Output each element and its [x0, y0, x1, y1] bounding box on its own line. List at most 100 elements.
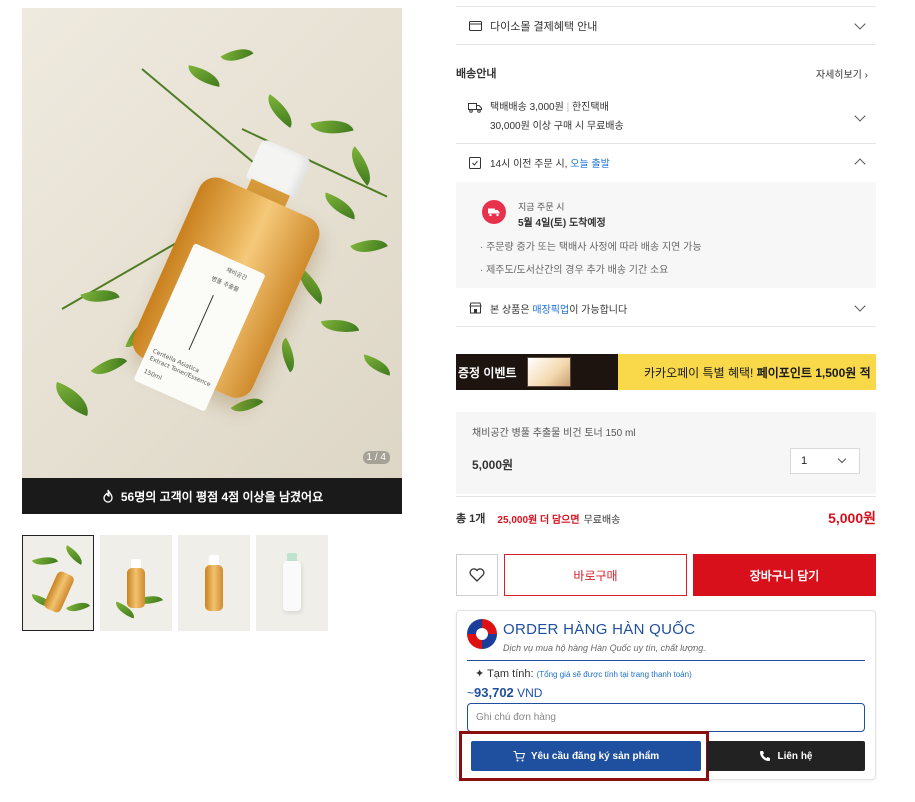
- divider: [456, 326, 876, 327]
- promo-left: 증정 이벤트: [456, 354, 618, 390]
- subtotal-note: (Tổng giá sẽ được tính tại trang thanh t…: [536, 670, 692, 679]
- same-day-row[interactable]: 14시 이전 주문 시, 오늘 출발: [456, 150, 876, 174]
- option-price: 5,000원: [472, 458, 514, 472]
- buy-now-button[interactable]: 바로구매: [504, 554, 687, 596]
- highlight-frame: Yêu cầu đăng ký sản phẩm: [459, 731, 709, 781]
- truck-icon: [468, 100, 482, 114]
- store-icon: [468, 301, 482, 315]
- order-note-input[interactable]: Ghi chú đơn hàng: [467, 703, 865, 732]
- quantity-select[interactable]: 1: [790, 448, 860, 474]
- leaf: [260, 94, 300, 128]
- leaf: [350, 231, 388, 261]
- divider: [456, 143, 876, 144]
- phone-icon: [760, 751, 771, 761]
- request-product-label: Yêu cầu đăng ký sản phẩm: [530, 750, 660, 762]
- selected-option-card: 채비공간 병풀 추출물 비건 토너 150 ml 5,000원 1: [456, 412, 876, 494]
- courier-fee: 택배배송 3,000원: [490, 102, 564, 113]
- wishlist-button[interactable]: [456, 554, 498, 596]
- free-shipping-note: 30,000원 이상 구매 시 무료배송: [490, 121, 624, 132]
- leaf: [273, 337, 303, 373]
- divider: [456, 44, 876, 45]
- contact-label: Liên hệ: [777, 750, 813, 762]
- review-text: 56명의 고객이 평점 4점 이상을 남겼어요: [120, 489, 324, 504]
- thumb-bottle: [127, 568, 145, 608]
- chevron-down-icon: [854, 110, 866, 122]
- leaf: [49, 381, 95, 417]
- eta-label: 5월 4일(토) 도착예정: [518, 218, 606, 229]
- delivery-notice-1: · 주문량 증가 또는 택배사 사정에 따라 배송 지연 가능: [480, 242, 702, 253]
- leaf: [320, 314, 360, 338]
- payment-benefit-row[interactable]: 다이소몰 결제혜택 안내: [456, 12, 876, 40]
- price-prefix: ~: [467, 686, 475, 700]
- card-icon: [468, 19, 482, 33]
- payment-benefit-label: 다이소몰 결제혜택 안내: [490, 21, 598, 33]
- contact-button[interactable]: Liên hệ: [707, 741, 865, 771]
- thumbnail-1[interactable]: [22, 535, 94, 631]
- order-logo-icon: [467, 619, 497, 649]
- order-widget-subtitle: Dịch vụ mua hộ hàng Hàn Quốc uy tín, chấ…: [503, 643, 706, 653]
- thumb-cap: [209, 555, 219, 565]
- order-widget-title: ORDER HÀNG HÀN QUỐC: [503, 621, 696, 638]
- thumb-box: [283, 561, 301, 611]
- total-count: 총 1개: [456, 513, 486, 525]
- bottle-en-name: Centella Asiatica Extract Toner/Essence: [148, 347, 212, 389]
- label-line: [188, 294, 214, 351]
- heart-icon: [469, 568, 485, 582]
- sparkle-icon: ✦: [475, 668, 485, 680]
- thumb-bottle: [205, 565, 223, 611]
- subtotal-label: Tạm tính:: [487, 668, 534, 680]
- fast-delivery-icon: [482, 200, 506, 224]
- order-summary-row: 총 1개 25,000원 더 담으면 무료배송 5,000원: [456, 508, 876, 528]
- order-now-label: 지금 주문 시: [518, 202, 565, 212]
- total-price: 5,000원: [828, 510, 876, 526]
- courier-name: 한진택배: [571, 102, 609, 113]
- promo-right: 카카오페이 특별 혜택! 페이포인트 1,500원 적: [618, 354, 876, 390]
- notice-2-text: 제주도/도서산간의 경우 추가 배송 기간 소요: [486, 265, 669, 276]
- promo-left-text: 증정 이벤트: [458, 365, 517, 380]
- thumbnail-3[interactable]: [178, 535, 250, 631]
- thumbnail-2[interactable]: [100, 535, 172, 631]
- leaf: [90, 348, 128, 384]
- chevron-up-icon: [854, 158, 866, 170]
- leaf: [32, 552, 58, 570]
- same-day-highlight: 오늘 출발: [570, 158, 610, 170]
- toner-bottle: 채비공간 병풀 추출물 Centella Asiatica Extract To…: [126, 122, 347, 412]
- product-main-image[interactable]: 채비공간 병풀 추출물 Centella Asiatica Extract To…: [22, 8, 402, 478]
- chevron-right-icon: ›: [864, 69, 868, 81]
- add-to-cart-button[interactable]: 장바구니 담기: [693, 554, 876, 596]
- promo-right-prefix: 카카오페이 특별 혜택!: [644, 365, 754, 380]
- bottle-size: 150ml: [142, 367, 163, 382]
- delivery-notice-2: · 제주도/도서산간의 경우 추가 배송 기간 소요: [480, 265, 669, 276]
- image-counter: 1 / 4: [362, 451, 390, 464]
- same-day-prefix: 14시 이전 주문 시,: [490, 158, 568, 170]
- pickup-row[interactable]: 본 상품은 매장픽업이 가능합니다: [456, 296, 876, 320]
- quantity-value: 1: [801, 455, 808, 467]
- thumbnail-4[interactable]: [256, 535, 328, 631]
- leaf: [61, 545, 87, 565]
- price-currency: VND: [517, 686, 543, 700]
- estimated-price: ~93,702 VND: [467, 685, 542, 700]
- leaf: [220, 41, 254, 69]
- leaf: [65, 597, 91, 617]
- request-product-button[interactable]: Yêu cầu đăng ký sản phẩm: [471, 741, 701, 771]
- divider: [456, 496, 876, 497]
- option-name: 채비공간 병풀 추출물 비건 토너 150 ml: [472, 428, 636, 439]
- chevron-down-icon: [854, 18, 866, 30]
- promo-banner[interactable]: 증정 이벤트 카카오페이 특별 혜택! 페이포인트 1,500원 적: [456, 354, 876, 390]
- chevron-down-icon: [854, 300, 866, 312]
- delivery-detail-panel: 지금 주문 시 5월 4일(토) 도착예정 · 주문량 증가 또는 택배사 사정…: [456, 182, 876, 288]
- order-korea-widget: ORDER HÀNG HÀN QUỐC Dịch vụ mua hộ hàng …: [456, 610, 876, 781]
- chevron-down-icon: [837, 454, 847, 464]
- clipboard-icon: [468, 155, 482, 169]
- price-value: 93,702: [474, 685, 514, 700]
- thumbnail-strip: [22, 535, 328, 631]
- bottle-label: 채비공간 병풀 추출물 Centella Asiatica Extract To…: [133, 242, 266, 412]
- delivery-more-link[interactable]: 자세히보기 ›: [816, 66, 868, 81]
- courier-row[interactable]: 택배배송 3,000원 | 한진택배 30,000원 이상 구매 시 무료배송: [456, 98, 876, 138]
- cart-icon: [513, 750, 525, 761]
- review-banner: 56명의 고객이 평점 4점 이상을 남겼어요: [22, 478, 402, 514]
- free-shipping-remaining: 25,000원 더 담으면: [497, 514, 580, 526]
- pickup-highlight: 매장픽업: [532, 304, 570, 316]
- promo-image: [526, 357, 571, 387]
- flame-icon: [103, 489, 113, 503]
